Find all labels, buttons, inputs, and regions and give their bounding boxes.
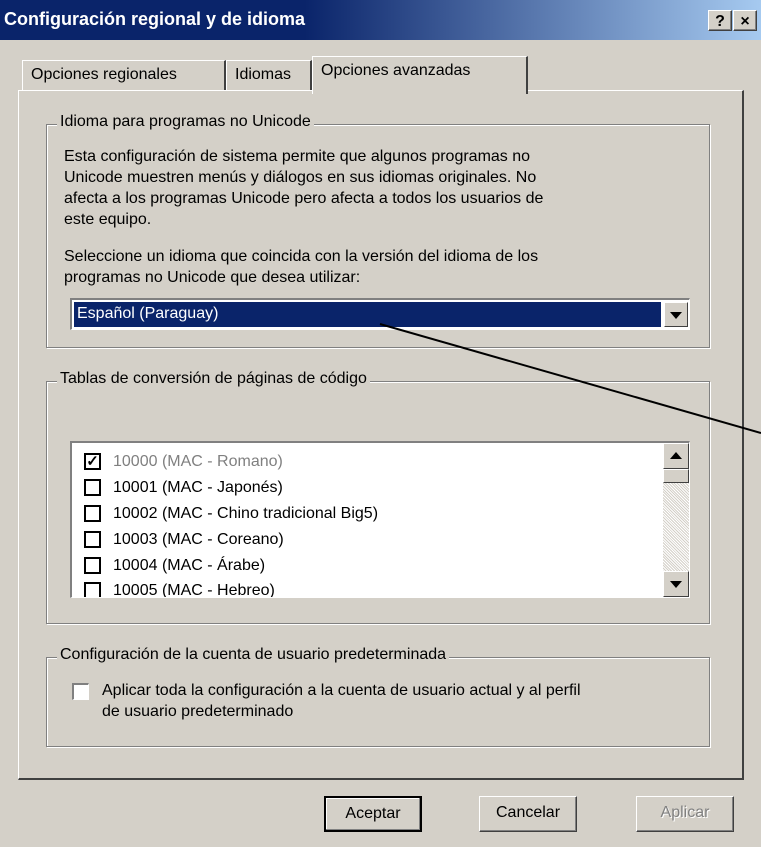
annotation-pointer-line	[379, 323, 761, 434]
tab-label: Opciones avanzadas	[321, 62, 471, 79]
tab-opciones-avanzadas[interactable]: Opciones avanzadas	[312, 56, 528, 94]
dialog-window: Configuración regional y de idioma ? × O…	[0, 0, 761, 847]
